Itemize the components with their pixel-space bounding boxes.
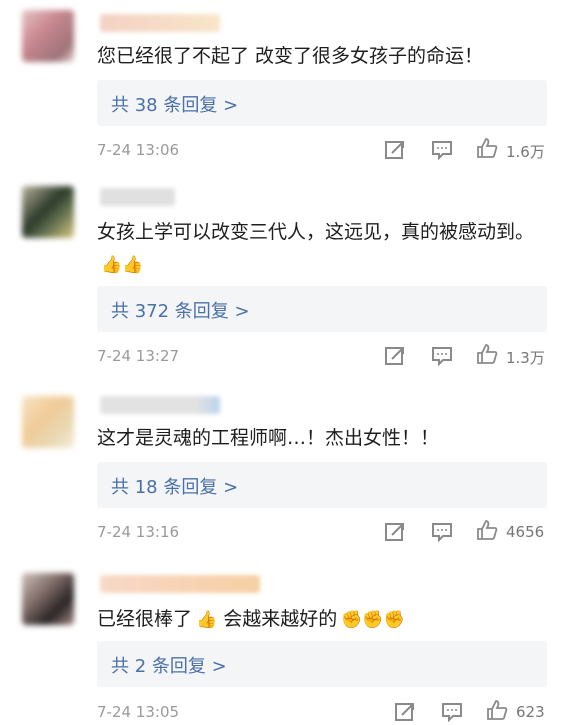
comment-text: 这才是灵魂的工程师啊…！杰出女性！！ <box>97 427 440 449</box>
comment-time: 7-24 13:16 <box>97 523 180 541</box>
avatar[interactable] <box>22 396 74 448</box>
comment-time: 7-24 13:27 <box>97 347 180 365</box>
thumbs-up-icon: 👍 <box>196 610 218 630</box>
comment-text: 已经很棒了 👍 会越来越好的 ✊✊✊ <box>97 603 537 636</box>
username[interactable] <box>100 14 220 32</box>
comment-text: 您已经很了不起了 改变了很多女孩子的命运！ <box>97 45 484 67</box>
like-count: 623 <box>516 703 545 721</box>
like-icon[interactable] <box>476 137 498 159</box>
like-count: 4656 <box>506 523 545 541</box>
like-icon[interactable] <box>476 343 498 365</box>
like-icon[interactable] <box>476 519 498 541</box>
avatar[interactable] <box>22 186 74 238</box>
username[interactable] <box>100 575 260 593</box>
comment-icon[interactable] <box>431 139 453 161</box>
comment-icon[interactable] <box>431 521 453 543</box>
username[interactable] <box>100 188 175 206</box>
replies-button[interactable]: 共 18 条回复 > <box>97 462 547 508</box>
replies-button[interactable]: 共 2 条回复 > <box>97 641 547 687</box>
share-icon[interactable] <box>384 139 406 161</box>
fist-icon: ✊✊✊ <box>341 610 405 630</box>
comment-time: 7-24 13:06 <box>97 141 180 159</box>
comment-text: 女孩上学可以改变三代人，这远见，真的被感动到。👍👍 <box>97 216 537 281</box>
share-icon[interactable] <box>384 345 406 367</box>
avatar[interactable] <box>22 573 74 625</box>
like-icon[interactable] <box>486 699 508 721</box>
replies-button[interactable]: 共 372 条回复 > <box>97 286 547 332</box>
share-icon[interactable] <box>394 701 416 723</box>
like-count: 1.6万 <box>506 143 545 161</box>
avatar[interactable] <box>22 10 74 62</box>
comment-icon[interactable] <box>431 345 453 367</box>
like-count: 1.3万 <box>506 349 545 367</box>
thumbs-up-icon: 👍👍 <box>101 255 144 275</box>
share-icon[interactable] <box>384 521 406 543</box>
username[interactable] <box>100 396 220 414</box>
replies-button[interactable]: 共 38 条回复 > <box>97 80 547 126</box>
comment-icon[interactable] <box>441 701 463 723</box>
comment-time: 7-24 13:05 <box>97 703 180 721</box>
